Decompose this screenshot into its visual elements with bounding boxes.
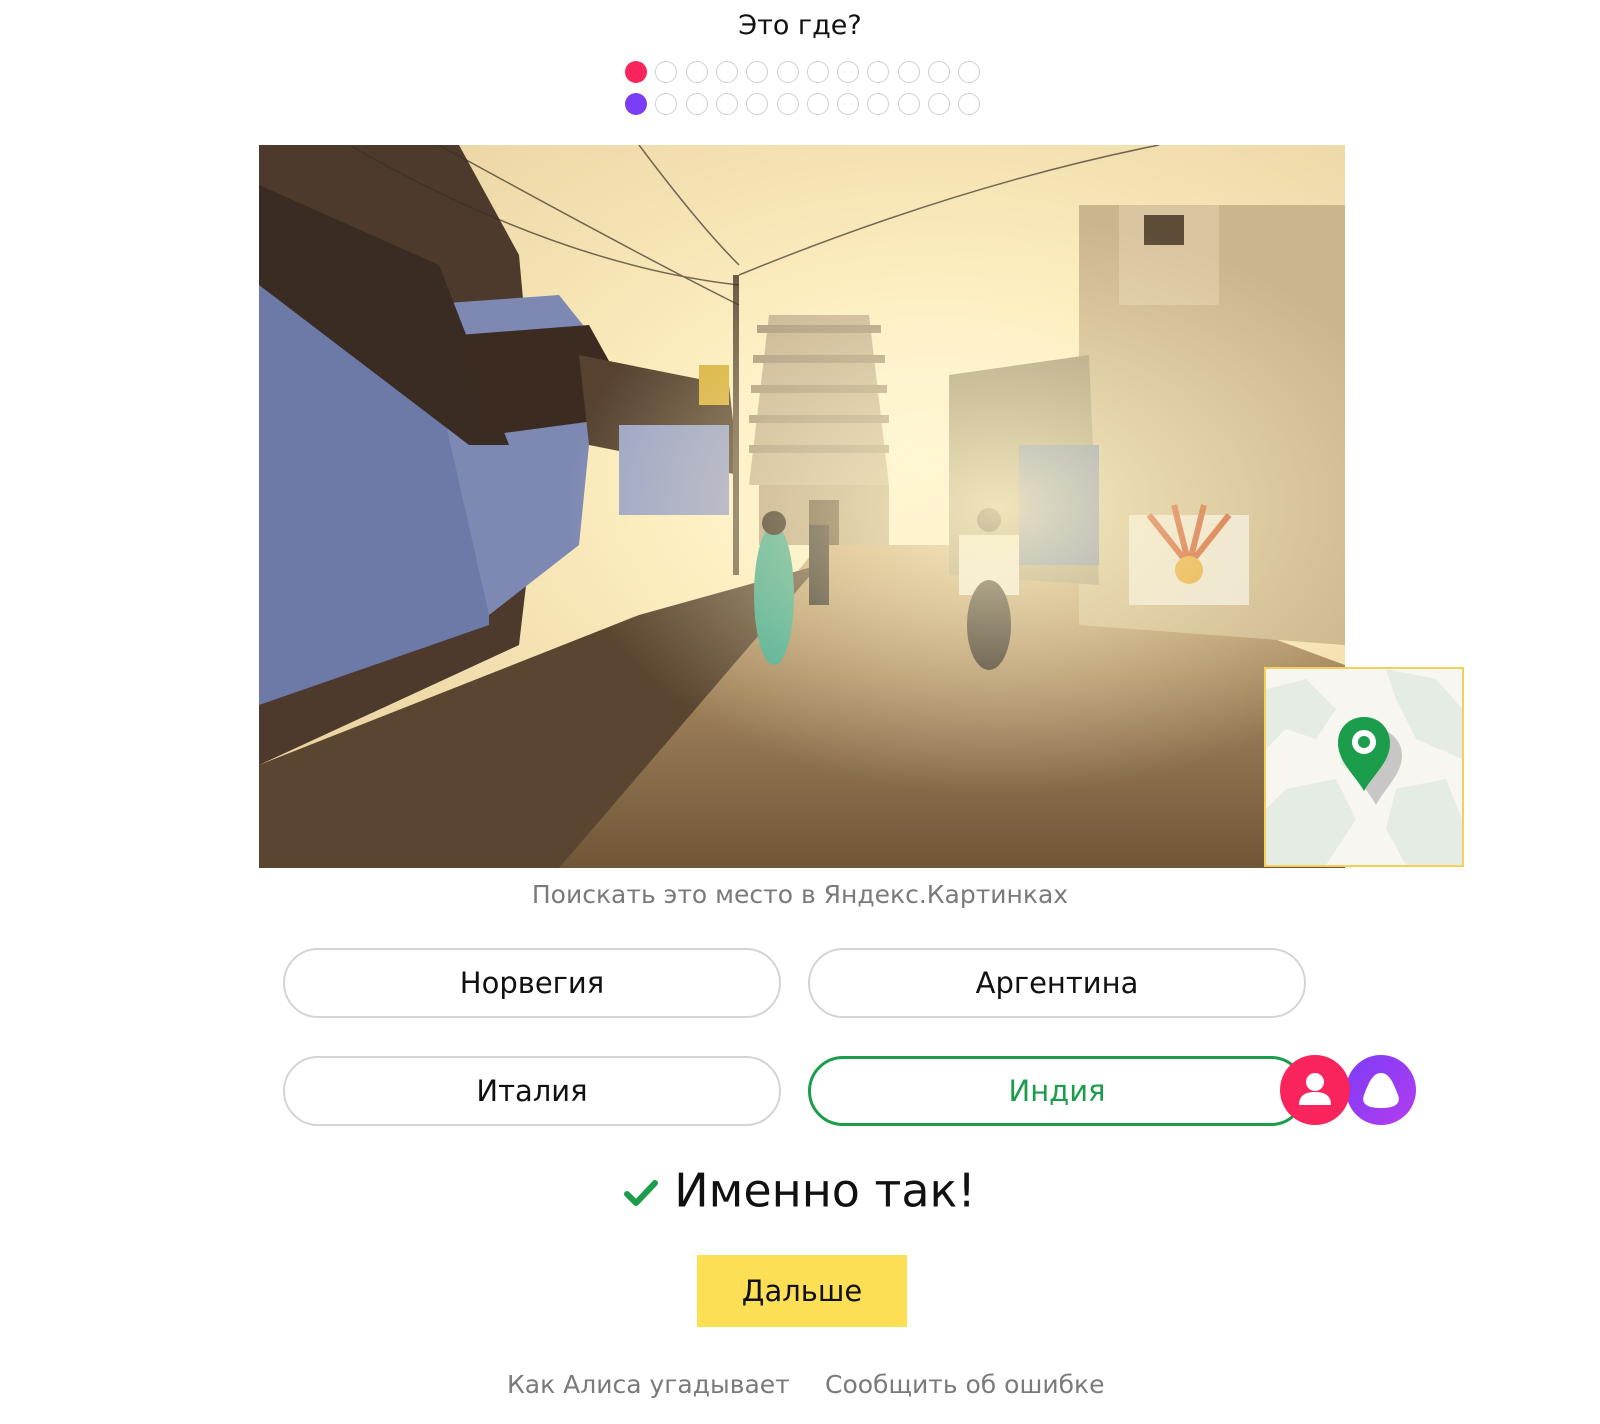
answer-button-italy[interactable]: Италия [283,1056,781,1126]
report-error-link[interactable]: Сообщить об ошибке [825,1370,1104,1399]
result-text: Именно так! [674,1163,976,1218]
user-progress-dot [897,61,920,83]
alice-icon [1346,1055,1416,1125]
user-progress-dot [655,61,678,83]
mini-map-canvas [1266,669,1462,865]
user-icon [1280,1055,1350,1125]
alice-progress-dot [685,93,708,115]
user-progress-dot [746,61,769,83]
quiz-photo [259,145,1345,868]
user-choice-badge [1280,1055,1350,1125]
street-photo-illustration [259,145,1345,868]
answer-button-argentina[interactable]: Аргентина [808,948,1306,1018]
checkmark-icon [624,1164,659,1218]
result-message: Именно так! [0,1160,1600,1218]
alice-progress-dot [806,93,829,115]
mini-map[interactable] [1264,667,1464,867]
alice-progress-dot [746,93,769,115]
user-progress-row [625,61,985,87]
quiz-page: Это где? Поискать это место в Яндекс.Кар… [0,0,1600,1424]
alice-progress-dot [897,93,920,115]
search-in-yandex-images-link[interactable]: Поискать это место в Яндекс.Картинках [0,880,1600,909]
alice-progress-dot [867,93,890,115]
user-progress-dot [928,61,950,83]
user-progress-dot [837,61,860,83]
user-progress-dot [776,61,799,83]
user-progress-dot [715,61,738,83]
page-title: Это где? [738,10,862,41]
next-button[interactable]: Дальше [697,1255,907,1327]
alice-choice-badge [1346,1055,1416,1125]
alice-progress-dot [958,93,981,115]
alice-progress-dot [655,93,678,115]
alice-progress-dot [715,93,738,115]
alice-progress-dot [928,93,950,115]
answer-button-norway[interactable]: Норвегия [283,948,781,1018]
user-progress-dot [806,61,829,83]
alice-progress-row [625,93,985,119]
alice-progress-dot [776,93,799,115]
answer-button-india-correct[interactable]: Индия [808,1056,1306,1126]
how-alice-guesses-link[interactable]: Как Алиса угадывает [507,1370,790,1399]
user-progress-dot [625,61,647,83]
user-progress-dot [867,61,890,83]
user-progress-dot [685,61,708,83]
user-progress-dot [958,61,981,83]
alice-progress-dot [625,93,647,115]
alice-progress-dot [837,93,860,115]
